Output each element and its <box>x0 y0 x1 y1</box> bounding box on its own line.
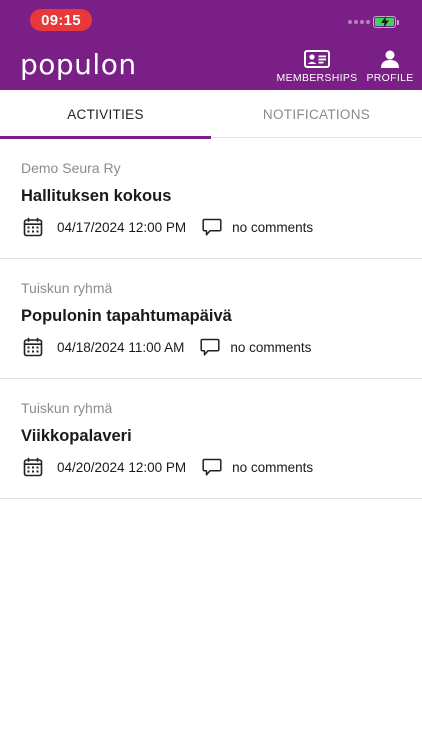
status-bar-time: 09:15 <box>30 9 92 31</box>
activity-meta: 04/20/2024 12:00 PM no comments <box>23 456 313 478</box>
activity-meta: 04/18/2024 11:00 AM no comments <box>23 336 311 358</box>
activity-item[interactable]: Demo Seura Ry Hallituksen kokous 04/17/2… <box>0 139 422 259</box>
calendar-icon <box>23 217 43 237</box>
person-icon <box>381 50 399 68</box>
activity-item[interactable]: Tuiskun ryhmä Viikkopalaveri 04/20/2024 … <box>0 379 422 499</box>
activity-meta: 04/17/2024 12:00 PM no comments <box>23 216 313 238</box>
app-logo: populon <box>20 48 137 81</box>
profile-button[interactable]: PROFILE <box>366 50 414 84</box>
activity-title: Hallituksen kokous <box>21 187 172 205</box>
activity-comments: no comments <box>230 339 312 355</box>
cellular-signal-icon <box>348 20 370 24</box>
activity-comments: no comments <box>232 459 314 475</box>
tab-activities[interactable]: ACTIVITIES <box>0 90 211 138</box>
activity-organization: Tuiskun ryhmä <box>21 400 113 416</box>
battery-icon <box>373 16 396 28</box>
activity-title: Populonin tapahtumapäivä <box>21 307 232 325</box>
app-header: 09:15 populon MEMBERSHIPS PROFILE <box>0 0 422 90</box>
tab-bar: ACTIVITIES NOTIFICATIONS <box>0 90 422 138</box>
comment-icon <box>200 338 220 356</box>
activity-comments: no comments <box>232 219 314 235</box>
id-card-icon <box>304 50 330 68</box>
memberships-button[interactable]: MEMBERSHIPS <box>276 50 358 84</box>
activity-datetime: 04/18/2024 11:00 AM <box>57 339 185 355</box>
comment-icon <box>202 458 222 476</box>
calendar-icon <box>23 457 43 477</box>
activity-title: Viikkopalaveri <box>21 427 132 445</box>
calendar-icon <box>23 337 43 357</box>
comment-icon <box>202 218 222 236</box>
activity-organization: Tuiskun ryhmä <box>21 280 113 296</box>
memberships-label: MEMBERSHIPS <box>276 72 358 84</box>
activity-datetime: 04/20/2024 12:00 PM <box>57 459 187 475</box>
activity-item[interactable]: Tuiskun ryhmä Populonin tapahtumapäivä 0… <box>0 259 422 379</box>
profile-label: PROFILE <box>366 72 414 84</box>
battery-cap <box>397 20 399 25</box>
activity-datetime: 04/17/2024 12:00 PM <box>57 219 187 235</box>
tab-notifications[interactable]: NOTIFICATIONS <box>211 90 422 138</box>
activity-organization: Demo Seura Ry <box>21 160 121 176</box>
